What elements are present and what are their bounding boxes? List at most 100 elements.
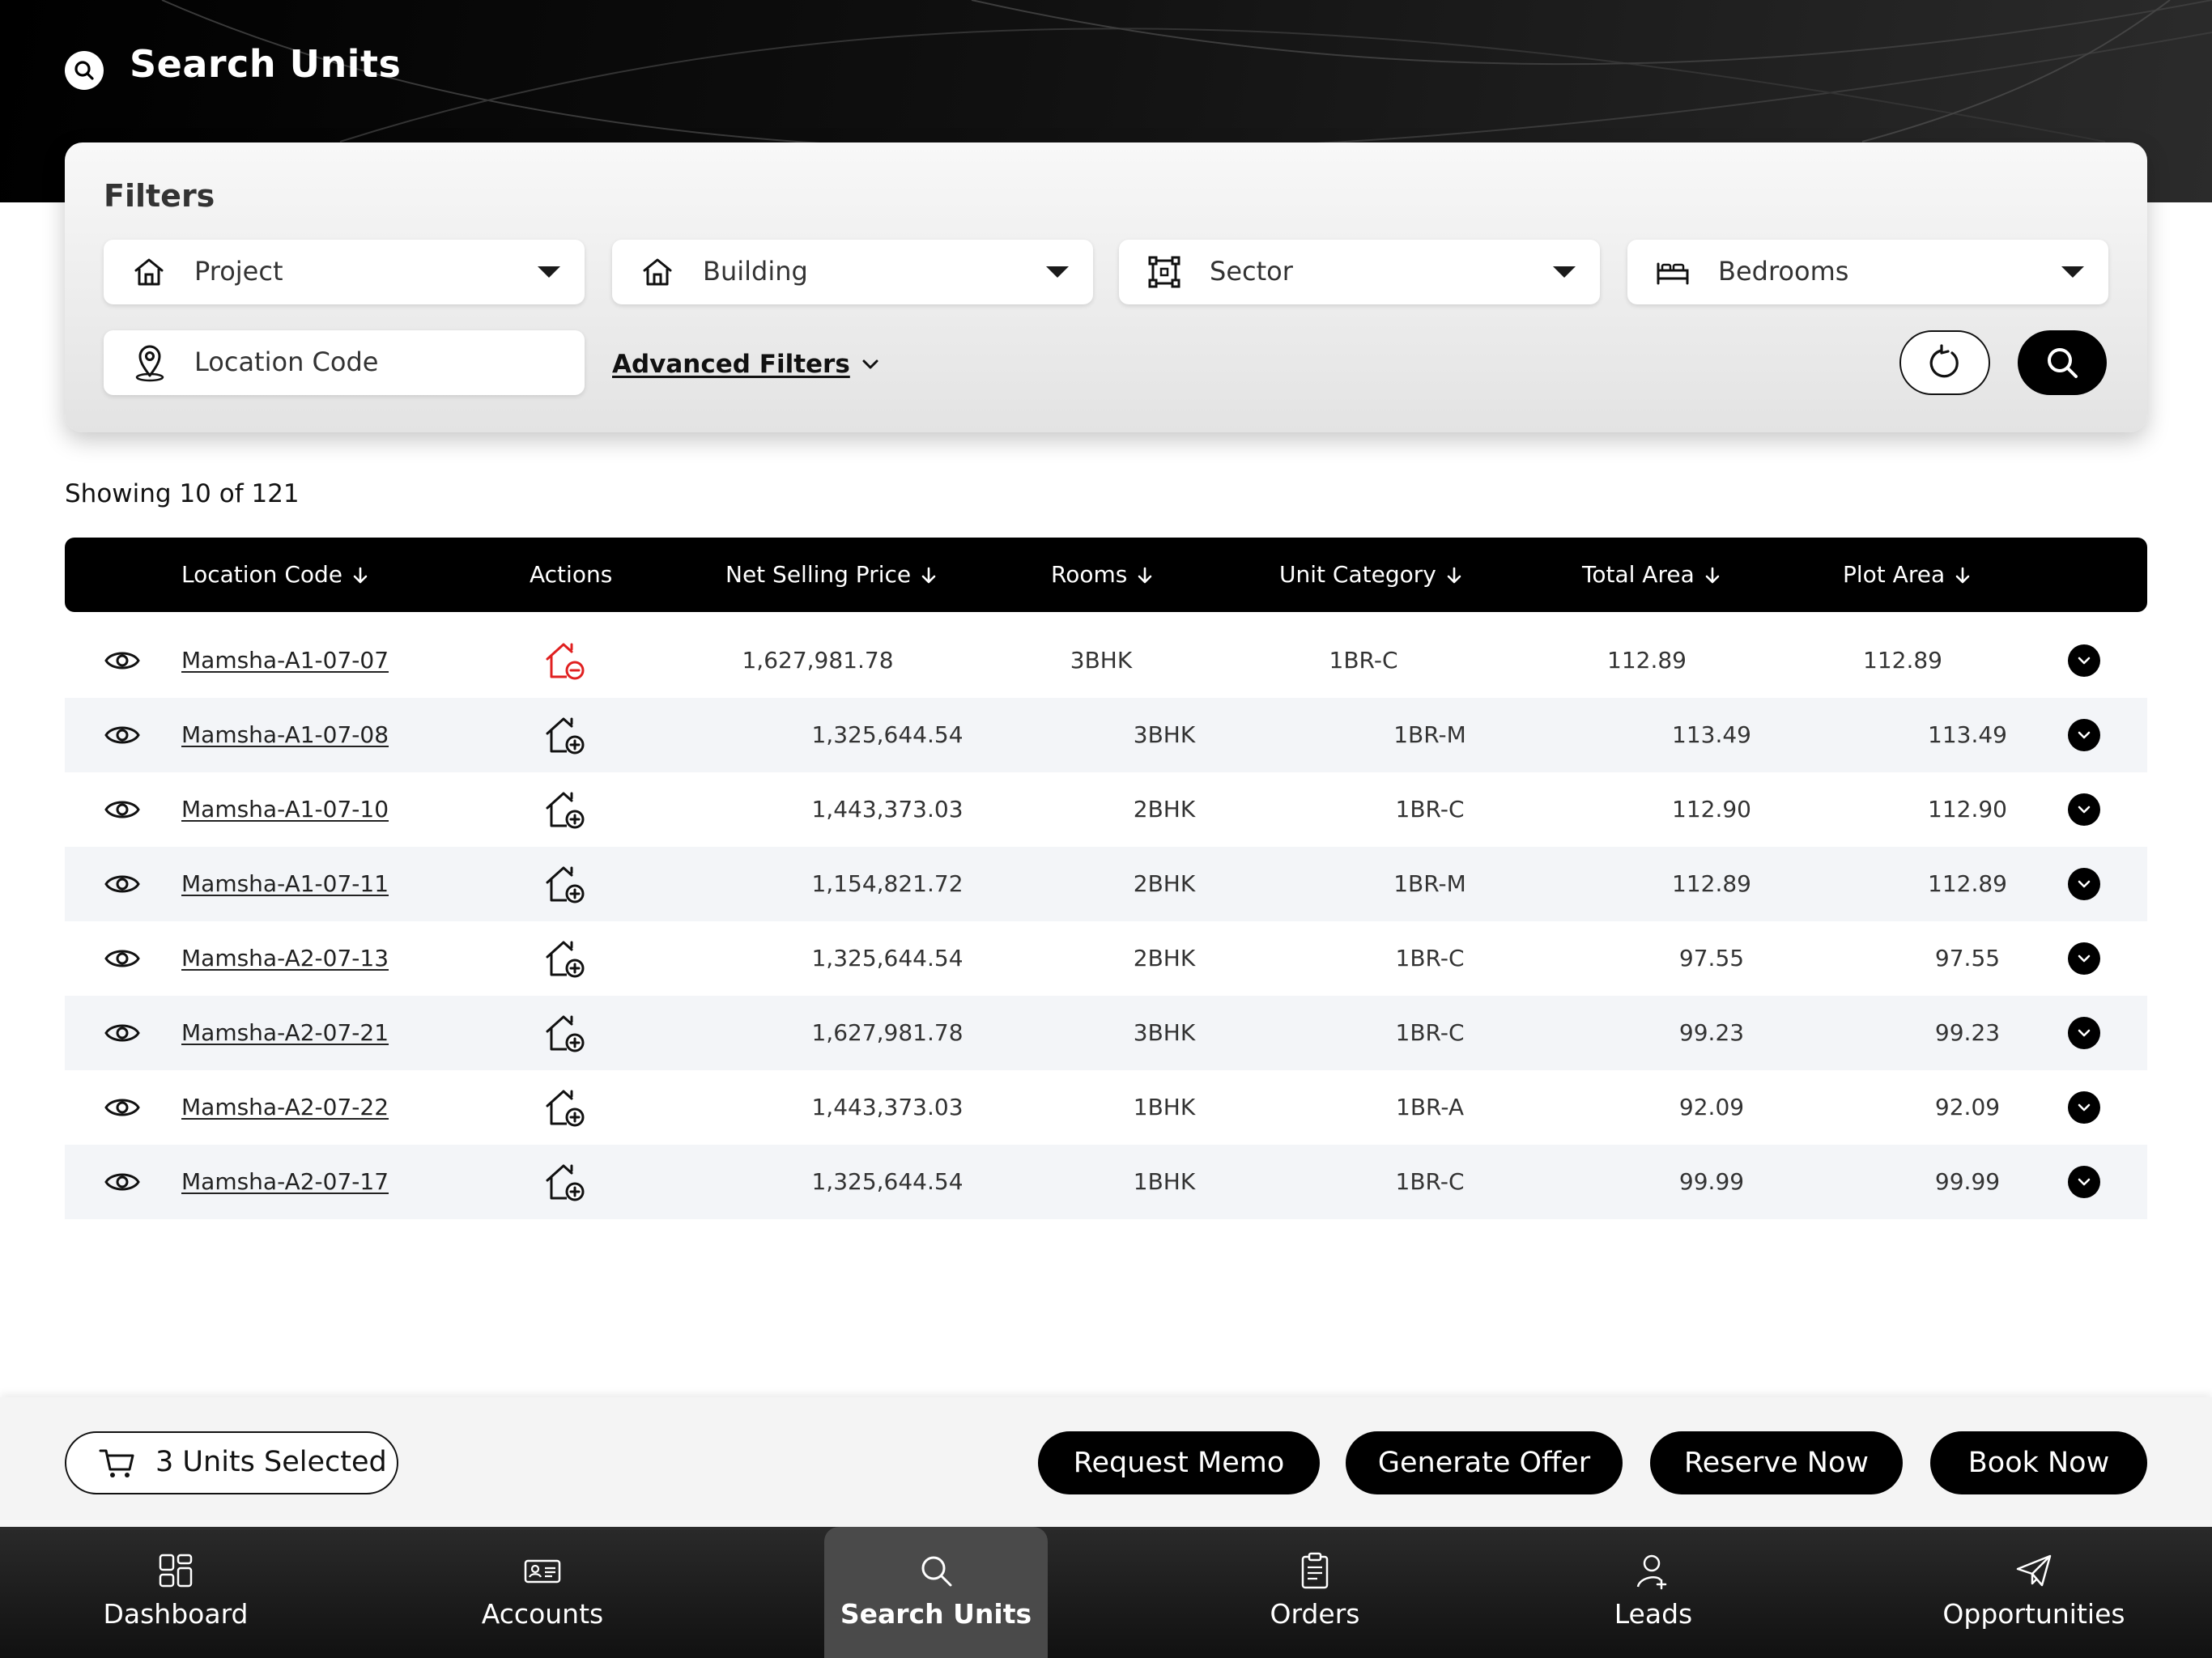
sort-arrow-down-icon [353, 567, 368, 584]
rooms-cell: 2BHK [1133, 870, 1196, 897]
net-selling-price-cell: 1,325,644.54 [811, 721, 963, 748]
total-area-cell: 112.90 [1672, 796, 1751, 823]
units-selected-label: 3 Units Selected [155, 1446, 387, 1478]
rooms-cell: 1BHK [1133, 1168, 1196, 1195]
column-header-total-area[interactable]: Total Area [1582, 538, 1721, 612]
building-select-label: Building [703, 256, 808, 287]
home-remove-icon[interactable] [542, 638, 588, 683]
refresh-icon [1929, 344, 1959, 378]
nav-item-leads[interactable]: Leads [1556, 1527, 1750, 1658]
view-eye-icon[interactable] [104, 648, 141, 674]
home-add-icon[interactable] [542, 861, 588, 907]
unit-category-cell: 1BR-M [1393, 721, 1466, 748]
expand-row-button[interactable] [2068, 793, 2100, 826]
expand-row-button[interactable] [2068, 1166, 2100, 1198]
location-code-link[interactable]: Mamsha-A1-07-11 [181, 847, 389, 921]
column-header-location-code[interactable]: Location Code [181, 538, 368, 612]
reset-filters-button[interactable] [1899, 330, 1990, 395]
location-code-link[interactable]: Mamsha-A1-07-07 [181, 623, 389, 698]
home-add-icon[interactable] [542, 787, 588, 832]
view-eye-icon[interactable] [104, 1020, 141, 1046]
location-code-input[interactable]: Location Code [104, 330, 585, 395]
view-eye-icon[interactable] [104, 722, 141, 748]
view-eye-icon[interactable] [104, 1095, 141, 1120]
filters-title: Filters [104, 178, 215, 214]
expand-row-button[interactable] [2068, 719, 2100, 751]
chevron-down-icon [2078, 880, 2091, 888]
id-card-icon [524, 1559, 561, 1584]
home-add-icon[interactable] [542, 936, 588, 981]
nav-item-opportunities[interactable]: Opportunities [1937, 1527, 2131, 1658]
search-icon [2048, 348, 2078, 378]
home-add-icon[interactable] [542, 1085, 588, 1130]
table-row: Mamsha-A2-07-22 1,443,373.03 1BHK 1BR-A … [65, 1070, 2147, 1145]
nav-item-label: Opportunities [1942, 1598, 2125, 1630]
sector-select-label: Sector [1210, 256, 1293, 287]
location-code-placeholder: Location Code [194, 346, 379, 377]
expand-row-button[interactable] [2068, 1091, 2100, 1124]
column-header-label: Unit Category [1279, 561, 1436, 588]
location-code-link[interactable]: Mamsha-A2-07-13 [181, 921, 389, 996]
location-code-link[interactable]: Mamsha-A2-07-22 [181, 1070, 389, 1145]
plot-area-cell: 97.55 [1934, 945, 2001, 971]
reserve-now-button[interactable]: Reserve Now [1650, 1431, 1903, 1494]
location-code-text: Mamsha-A2-07-13 [181, 945, 389, 971]
expand-row-button[interactable] [2068, 644, 2100, 677]
column-header-rooms[interactable]: Rooms [1051, 538, 1153, 612]
location-code-link[interactable]: Mamsha-A1-07-10 [181, 772, 389, 847]
table-row: Mamsha-A1-07-11 1,154,821.72 2BHK 1BR-M … [65, 847, 2147, 921]
bedrooms-select[interactable]: Bedrooms [1627, 240, 2108, 304]
book-now-button[interactable]: Book Now [1930, 1431, 2147, 1494]
home-add-icon[interactable] [542, 1010, 588, 1056]
sort-arrow-down-icon [1705, 567, 1720, 584]
sort-arrow-down-icon [1447, 567, 1461, 584]
results-count: Showing 10 of 121 [65, 479, 300, 508]
advanced-filters-link[interactable]: Advanced Filters [612, 350, 879, 379]
unit-category-cell: 1BR-C [1395, 1019, 1465, 1046]
chevron-down-icon [2078, 731, 2091, 739]
location-pin-icon [135, 345, 164, 382]
nav-item-accounts[interactable]: Accounts [445, 1527, 640, 1658]
request-memo-button[interactable]: Request Memo [1038, 1431, 1320, 1494]
nav-item-orders[interactable]: Orders [1218, 1527, 1412, 1658]
location-code-link[interactable]: Mamsha-A2-07-17 [181, 1145, 389, 1219]
nav-item-label: Search Units [840, 1598, 1032, 1630]
column-header-net-selling-price[interactable]: Net Selling Price [725, 538, 937, 612]
view-eye-icon[interactable] [104, 797, 141, 823]
sector-select[interactable]: Sector [1119, 240, 1600, 304]
rooms-cell: 3BHK [1070, 647, 1133, 674]
column-header-label: Rooms [1051, 561, 1128, 588]
column-header-unit-category[interactable]: Unit Category [1279, 538, 1462, 612]
nav-item-search-units[interactable]: Search Units [824, 1527, 1048, 1658]
units-selected-button[interactable]: 3 Units Selected [65, 1431, 398, 1494]
view-eye-icon[interactable] [104, 1169, 141, 1195]
unit-category-cell: 1BR-C [1395, 796, 1465, 823]
project-select[interactable]: Project [104, 240, 585, 304]
total-area-cell: 92.09 [1678, 1094, 1745, 1120]
search-button[interactable] [2018, 330, 2107, 395]
building-select[interactable]: Building [612, 240, 1093, 304]
home-add-icon[interactable] [542, 1159, 588, 1205]
view-eye-icon[interactable] [104, 946, 141, 971]
location-code-text: Mamsha-A2-07-22 [181, 1094, 389, 1120]
nav-item-dashboard[interactable]: Dashboard [79, 1527, 272, 1658]
expand-row-button[interactable] [2068, 942, 2100, 975]
column-header-label: Location Code [181, 561, 343, 588]
generate-offer-button[interactable]: Generate Offer [1346, 1431, 1623, 1494]
total-area-cell: 112.89 [1607, 647, 1687, 674]
sort-arrow-down-icon [921, 567, 936, 584]
unit-category-cell: 1BR-C [1329, 647, 1398, 674]
location-code-link[interactable]: Mamsha-A2-07-21 [181, 996, 389, 1070]
user-icon [1636, 1554, 1667, 1590]
location-code-text: Mamsha-A2-07-21 [181, 1019, 389, 1046]
location-code-link[interactable]: Mamsha-A1-07-08 [181, 698, 389, 772]
view-eye-icon[interactable] [104, 871, 141, 897]
bedrooms-select-label: Bedrooms [1718, 256, 1849, 287]
unit-category-cell: 1BR-C [1395, 945, 1465, 971]
home-add-icon[interactable] [542, 712, 588, 758]
net-selling-price-cell: 1,627,981.78 [742, 647, 894, 674]
column-header-plot-area[interactable]: Plot Area [1843, 538, 1971, 612]
plot-area-cell: 99.23 [1934, 1019, 2001, 1046]
expand-row-button[interactable] [2068, 1017, 2100, 1049]
expand-row-button[interactable] [2068, 868, 2100, 900]
